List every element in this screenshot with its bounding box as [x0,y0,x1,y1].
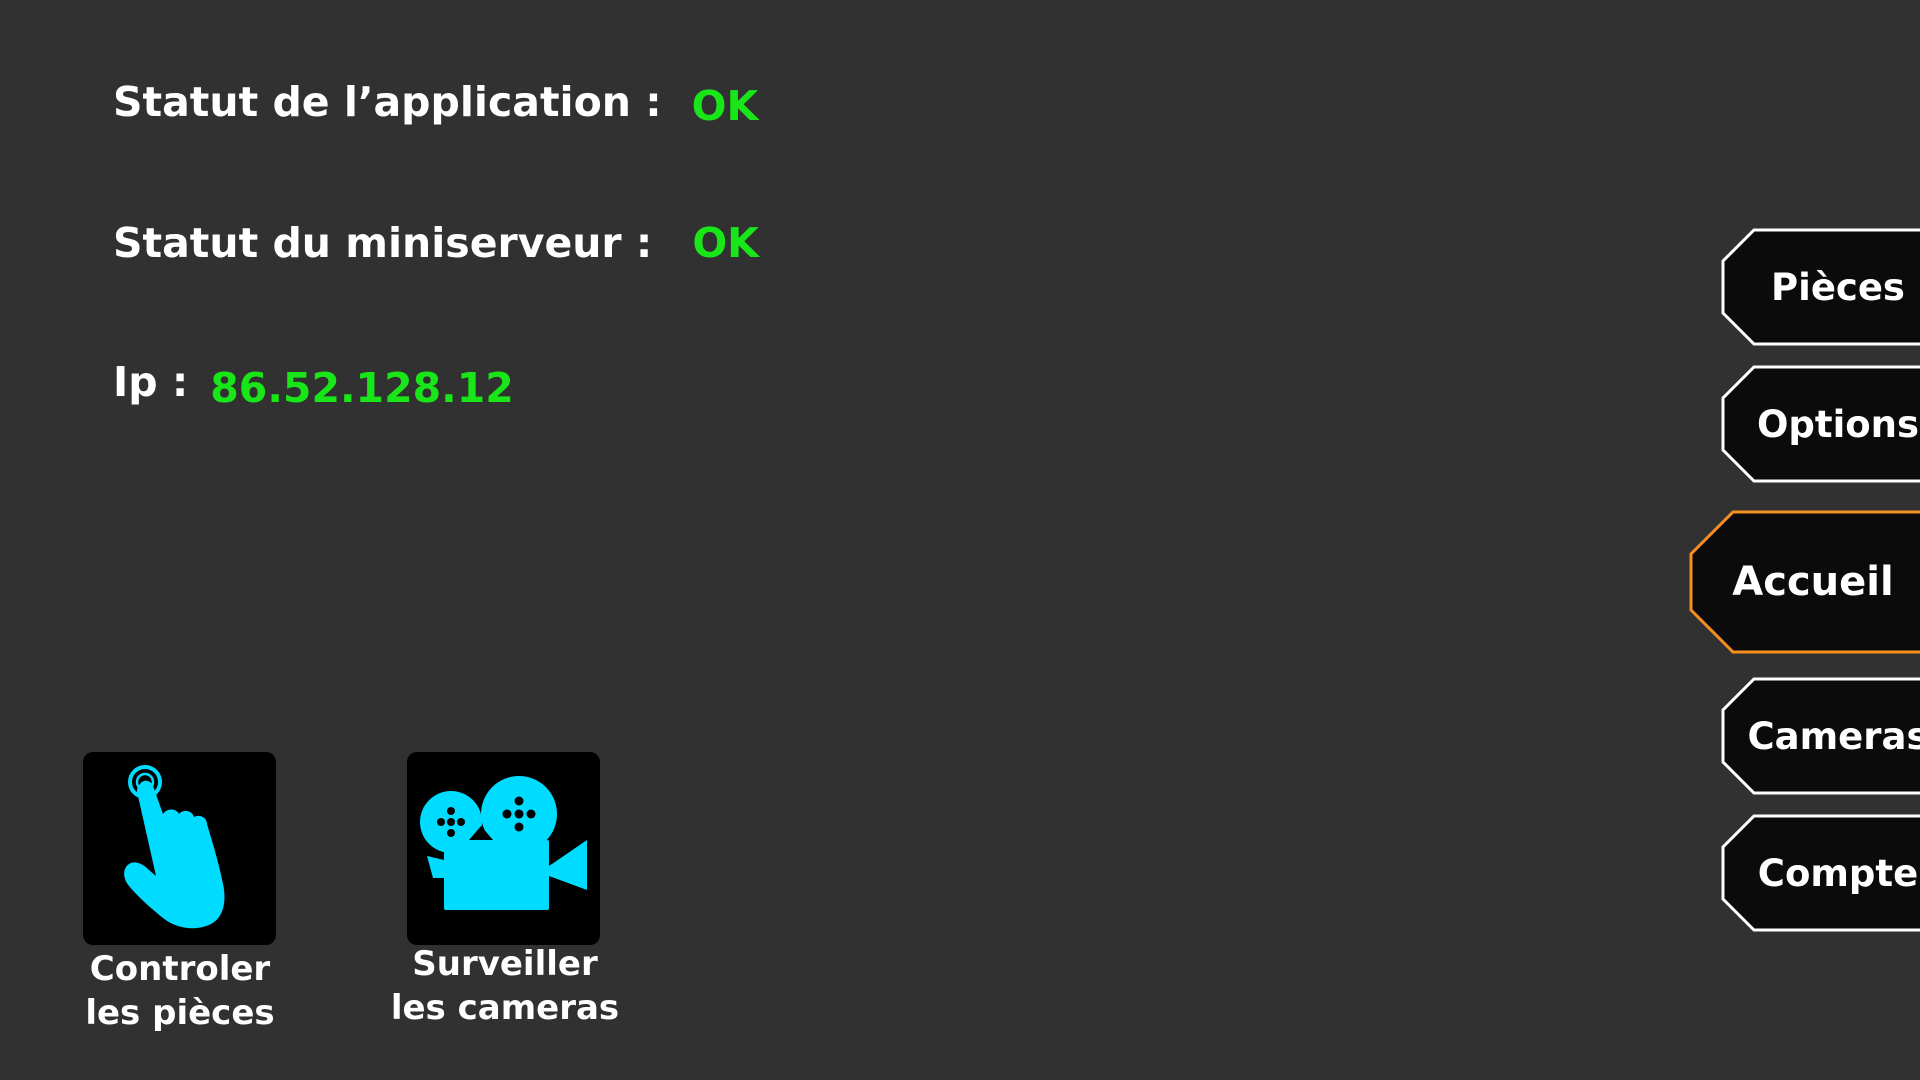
touch-hand-icon [124,765,225,929]
nav-item-options[interactable]: Options [1720,364,1920,484]
watch-cameras-caption: Surveiller les cameras [375,942,635,1030]
control-rooms-caption-line2: les pièces [85,993,275,1033]
watch-cameras-caption-line1: Surveiller [412,944,598,984]
ip-label: Ip : [113,358,189,406]
nav-item-label: Compte [1757,851,1919,895]
ip-value: 86.52.128.12 [210,364,514,412]
application-status-label: Statut de l’application : [113,78,662,126]
nav-item-pieces[interactable]: Pièces [1720,227,1920,347]
nav-item-label: Pièces [1771,265,1905,309]
miniserver-status-row: Statut du miniserveur : OK [113,219,759,267]
nav-item-cameras[interactable]: Cameras [1720,676,1920,796]
movie-camera-icon [420,776,587,910]
ip-row: Ip : 86.52.128.12 [113,358,514,412]
nav-item-label: Options [1756,402,1920,446]
watch-cameras-button[interactable] [407,752,600,945]
miniserver-status-value: OK [692,219,759,267]
application-status-value: OK [691,82,759,130]
home-screen: Statut de l’application : OK Statut du m… [0,0,1920,1080]
control-rooms-caption: Controler les pièces [60,947,300,1035]
control-rooms-button[interactable] [83,752,276,945]
nav-item-accueil[interactable]: Accueil [1688,509,1920,655]
control-rooms-caption-line1: Controler [89,949,271,989]
nav-item-label: Accueil [1732,559,1894,605]
watch-cameras-caption-line2: les cameras [390,988,620,1028]
nav-item-compte[interactable]: Compte [1720,813,1920,933]
nav-item-label: Cameras [1747,714,1920,758]
miniserver-status-label: Statut du miniserveur : [113,219,653,267]
application-status-row: Statut de l’application : OK [113,78,758,130]
